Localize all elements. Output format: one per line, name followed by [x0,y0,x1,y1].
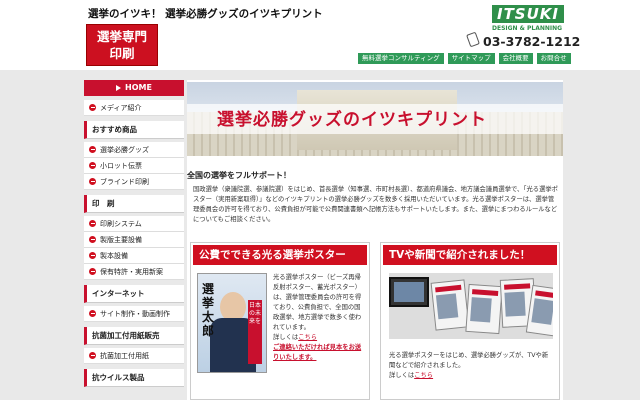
sidebar-item-label: サイト制作・動画制作 [100,310,170,318]
nav-consulting-button[interactable]: 無料選挙コンサルティング [358,53,444,64]
brand-logo[interactable]: ITSUKI [492,5,564,23]
top-nav: 無料選挙コンサルティング サイトマップ 会社概要 お問合せ [358,53,571,64]
sidebar-item-patents[interactable]: 保有特許・実用新案 [84,264,184,280]
nav-contact-button[interactable]: お問合せ [536,53,571,64]
sidebar-section-printing: 印 刷 [84,195,184,213]
card-media-coverage: TVや新聞で紹介されました！ 光る選挙ポスターをはじめ、選挙必勝グッズが、TVや… [380,242,560,400]
sidebar-section-antiviral: 抗ウイルス製品 [84,369,184,387]
sidebar-item-label: 印刷システム [100,220,142,228]
sidebar-item-media[interactable]: メディア紹介 [84,100,184,116]
right-gutter [563,80,640,400]
sidebar-section-recommended: おすすめ商品 [84,121,184,139]
sidebar-section-internet: インターネット [84,285,184,303]
poster-candidate-name: 選挙太郎 [202,282,215,338]
logo-line-1: 選挙専門 [96,29,147,44]
card-title[interactable]: 公費でできる光る選挙ポスター [193,245,367,265]
sidebar-item-label: 選挙必勝グッズ [100,146,149,154]
newspaper-image [430,279,470,331]
sidebar-item-web-video[interactable]: サイト制作・動画制作 [84,306,184,322]
minus-circle-icon [89,268,96,275]
sidebar-item-braille[interactable]: ブラインド印刷 [84,174,184,190]
sidebar-item-label: 製本設備 [100,252,128,260]
more-link[interactable]: こちら [298,334,317,341]
hero-title: 選挙必勝グッズのイツキプリント [217,110,487,130]
card-glowing-poster: 公費でできる光る選挙ポスター 選挙太郎 日本の未来を 光る選挙ポスター（ビーズ再… [190,242,370,400]
minus-circle-icon [89,310,96,317]
phone-number: 03-3782-1212 [483,34,581,49]
poster-sash: 日本の未来を [248,300,262,364]
more-link[interactable]: こちら [414,372,433,379]
play-icon [116,84,122,91]
sidebar-item-election-goods[interactable]: 選挙必勝グッズ [84,142,184,158]
media-collage-image[interactable] [389,273,553,339]
tv-image [389,277,429,307]
minus-circle-icon [89,352,96,359]
sidebar-item-binding[interactable]: 製本設備 [84,248,184,264]
logo-line-2: 印刷 [109,46,135,61]
intro-heading: 全国の選挙をフルサポート！ [187,171,291,180]
intro-text: 国政選挙（衆議院選、参議院選）をはじめ、首長選挙（知事選、市町村長選）、都道府県… [193,186,558,223]
minus-circle-icon [89,220,96,227]
sidebar-item-label: 保有特許・実用新案 [100,268,163,276]
sidebar-item-prepress[interactable]: 製版主要設備 [84,232,184,248]
main-content: 選挙必勝グッズのイツキプリント 全国の選挙をフルサポート！ 国政選挙（衆議院選、… [187,80,563,400]
sample-request-link[interactable]: ご連絡いただければ見本をお送りいたします。 [273,344,361,361]
sidebar-item-print-system[interactable]: 印刷システム [84,216,184,232]
card-text: 光る選挙ポスターをはじめ、選挙必勝グッズが、TVや新聞などで紹介されました。 詳… [389,351,553,381]
sidebar-item-label: メディア紹介 [100,104,142,112]
card-text: 光る選挙ポスター（ビーズ再帰反射ポスター、蓄光ポスター）は、選挙管理委員会の許可… [273,273,365,363]
card-title[interactable]: TVや新聞で紹介されました！ [383,245,557,265]
more-prefix: 詳しくは [273,334,299,341]
sidebar-home-button[interactable]: HOME [84,80,184,96]
home-label: HOME [125,83,152,92]
sidebar-section-antibacterial: 抗菌加工付用紙販売 [84,327,184,345]
card-description: 光る選挙ポスター（ビーズ再帰反射ポスター、蓄光ポスター）は、選挙管理委員会の許可… [273,274,362,331]
minus-circle-icon [89,252,96,259]
minus-circle-icon [89,178,96,185]
sidebar-item-label: 製版主要設備 [100,236,142,244]
minus-circle-icon [89,236,96,243]
sidebar-item-antibacterial-paper[interactable]: 抗菌加工付用紙 [84,348,184,364]
sidebar-item-label: 抗菌加工付用紙 [100,352,149,360]
sidebar-item-small-lot[interactable]: 小ロット伝票 [84,158,184,174]
poster-image[interactable]: 選挙太郎 日本の未来を [197,273,267,373]
minus-circle-icon [89,104,96,111]
newspaper-image [465,283,503,335]
site-tagline: 選挙のイツキ！ 選挙必勝グッズのイツキプリント [88,8,323,20]
nav-company-button[interactable]: 会社概要 [498,53,533,64]
sidebar: HOME メディア紹介 おすすめ商品 選挙必勝グッズ 小ロット伝票 ブラインド印… [84,80,184,387]
more-prefix: 詳しくは [389,372,415,379]
sidebar-item-label: 小ロット伝票 [100,162,142,170]
phone-icon [466,31,480,48]
minus-circle-icon [89,162,96,169]
brand-subtitle: DESIGN & PLANNING [492,25,563,32]
site-logo[interactable]: 選挙専門 印刷 [86,24,158,66]
hero-banner: 選挙必勝グッズのイツキプリント [187,82,563,156]
site-header: 選挙のイツキ！ 選挙必勝グッズのイツキプリント 選挙専門 印刷 ITSUKI D… [0,0,640,70]
minus-circle-icon [89,146,96,153]
sidebar-item-label: ブラインド印刷 [100,178,149,186]
card-description: 光る選挙ポスターをはじめ、選挙必勝グッズが、TVや新聞などで紹介されました。 [389,352,549,369]
nav-sitemap-button[interactable]: サイトマップ [447,53,495,64]
